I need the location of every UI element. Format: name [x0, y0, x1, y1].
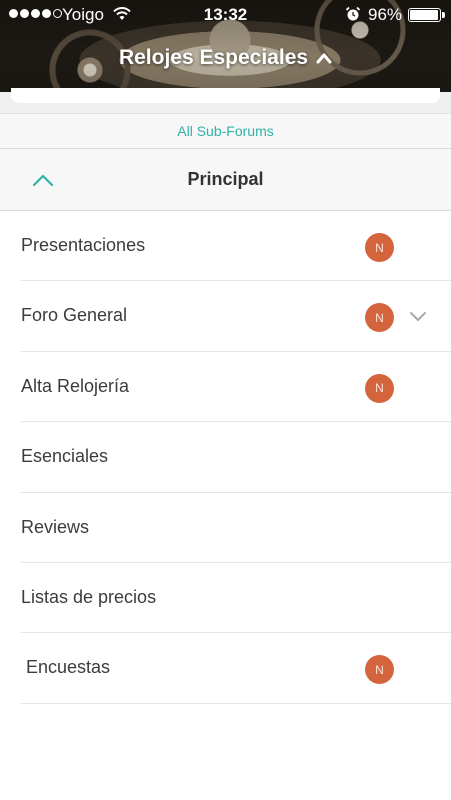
forum-item-alta-relojeria[interactable]: Alta Relojería N [21, 352, 451, 423]
search-bar-edge[interactable] [11, 88, 440, 103]
new-badge: N [365, 233, 394, 262]
forum-item-esenciales[interactable]: Esenciales [21, 422, 451, 493]
alarm-icon [345, 6, 361, 21]
forum-item-foro-general[interactable]: Foro General N [21, 281, 451, 352]
forum-item-encuestas[interactable]: Encuestas N [21, 633, 451, 704]
chevron-up-icon[interactable] [30, 171, 56, 189]
new-badge: N [365, 373, 394, 403]
forum-title: Relojes Especiales [118, 46, 309, 69]
section-header[interactable]: Principal [0, 149, 451, 211]
forum-title-button[interactable]: Relojes Especiales [0, 46, 451, 70]
subforums-bar: All Sub-Forums [0, 113, 451, 149]
battery-icon [408, 8, 445, 22]
forum-list: Presentaciones N Foro General N Alta Rel… [0, 211, 451, 704]
all-subforums-link[interactable]: All Sub-Forums [177, 123, 273, 139]
forum-item-reviews[interactable]: Reviews [21, 493, 451, 563]
section-title: Principal [187, 169, 264, 189]
forum-label: Listas de precios [21, 586, 157, 607]
chevron-up-icon [316, 53, 332, 64]
status-bar: Yoigo 13:32 96% [0, 0, 451, 30]
battery-percentage: 96% [368, 5, 403, 24]
forum-item-listas-de-precios[interactable]: Listas de precios [21, 563, 451, 634]
forum-label: Reviews [21, 516, 90, 537]
new-badge: N [365, 303, 394, 333]
forum-label: Esenciales [21, 446, 109, 467]
new-badge: N [365, 655, 394, 685]
forum-item-presentaciones[interactable]: Presentaciones N [21, 211, 451, 282]
forum-label: Encuestas [26, 657, 111, 678]
chevron-down-icon[interactable] [408, 309, 428, 323]
forum-label: Alta Relojería [21, 375, 130, 396]
forum-label: Presentaciones [21, 235, 146, 255]
forum-label: Foro General [21, 305, 128, 326]
